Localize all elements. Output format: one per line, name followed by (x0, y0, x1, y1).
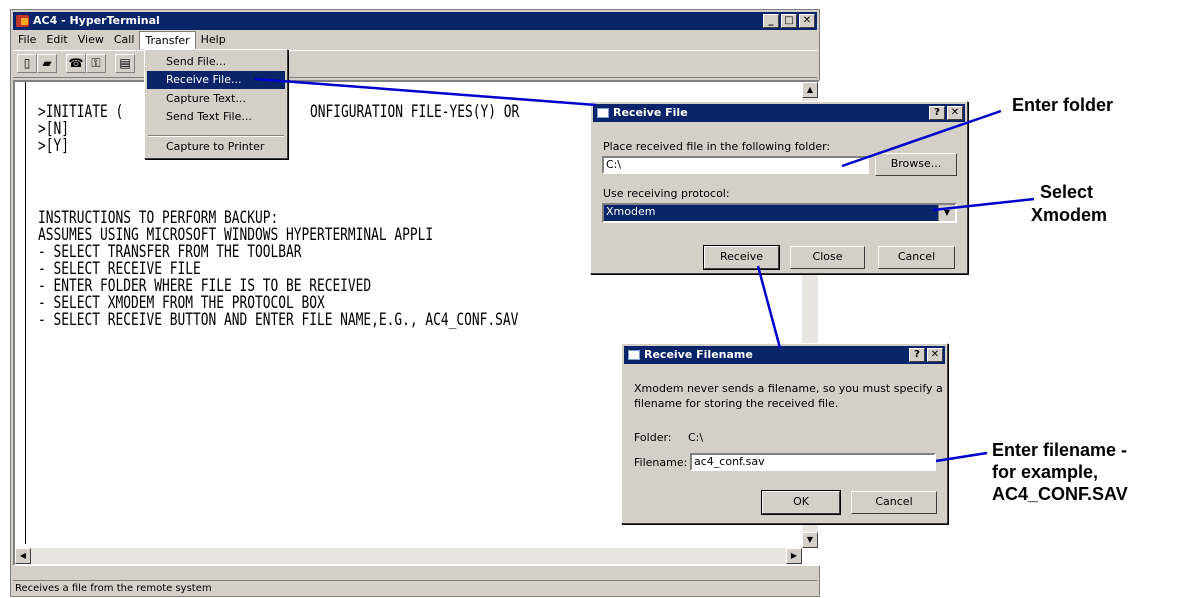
ok-button[interactable]: OK (761, 490, 841, 515)
receive-filename-titlebar[interactable]: Receive Filename ? ✕ (624, 346, 945, 364)
callout-enter-folder: Enter folder (1012, 95, 1114, 115)
transfer-menu-dropdown: Send File... Receive File... Capture Tex… (144, 49, 288, 159)
receive-button[interactable]: Receive (703, 245, 780, 270)
info-message-line: Xmodem never sends a filename, so you mu… (634, 382, 943, 395)
scroll-up-icon[interactable]: ▲ (802, 82, 818, 98)
protocol-selected-value: Xmodem (606, 205, 656, 218)
menu-file[interactable]: File (13, 31, 41, 49)
menu-edit[interactable]: Edit (41, 31, 72, 49)
filename-input[interactable]: ac4_conf.sav (690, 453, 936, 471)
browse-button[interactable]: Browse... (875, 153, 957, 176)
menu-item-send-text-file[interactable]: Send Text File... (147, 108, 285, 126)
close-dialog-button[interactable]: Close (790, 246, 865, 269)
callout-enter-filename-line3: AC4_CONF.SAV (992, 484, 1128, 504)
folder-label: Place received file in the following fol… (603, 140, 831, 153)
menu-item-send-file[interactable]: Send File... (147, 53, 285, 71)
minimize-button[interactable]: _ (763, 14, 779, 28)
menu-item-capture-to-printer[interactable]: Capture to Printer (147, 138, 285, 156)
filename-label: Filename: (634, 456, 688, 469)
scroll-left-icon[interactable]: ◀ (15, 548, 31, 564)
properties-icon[interactable]: ▤ (115, 54, 135, 73)
dialog-close-button[interactable]: ✕ (947, 106, 963, 120)
terminal-line: - SELECT RECEIVE BUTTON AND ENTER FILE N… (38, 310, 519, 329)
callout-enter-filename-line2: for example, (992, 462, 1099, 482)
new-icon[interactable]: ▯ (17, 54, 37, 73)
dialog-close-button[interactable]: ✕ (927, 348, 943, 362)
folder-value: C:\ (688, 431, 704, 444)
menu-item-capture-text[interactable]: Capture Text... (147, 90, 285, 108)
receive-file-dialog: Receive File ? ✕ Place received file in … (590, 101, 968, 274)
disconnect-icon[interactable]: ☎ (66, 54, 86, 73)
open-icon[interactable]: ▰ (37, 54, 57, 73)
folder-label: Folder: (634, 431, 672, 444)
toolbar: ▯ ▰ ☎ ⚿ ▤ (13, 50, 817, 78)
chevron-down-icon[interactable]: ▼ (938, 205, 955, 221)
dial-icon[interactable]: ⚿ (86, 54, 106, 73)
terminal-line-partial: ONFIGURATION FILE-YES(Y) OR (310, 102, 520, 121)
protocol-label: Use receiving protocol: (603, 187, 730, 200)
cancel-button[interactable]: Cancel (851, 491, 937, 514)
info-message-line: filename for storing the received file. (634, 397, 839, 410)
callout-enter-filename-line1: Enter filename - (992, 440, 1128, 460)
receive-filename-title: Receive Filename (644, 348, 753, 361)
receive-filename-dialog: Receive Filename ? ✕ Xmodem never sends … (621, 343, 948, 524)
folder-input[interactable]: C:\ (602, 156, 869, 174)
close-button[interactable]: ✕ (799, 14, 815, 28)
window-titlebar[interactable]: AC4 - HyperTerminal _ □ ✕ (13, 12, 817, 30)
terminal-line: >[Y] (38, 136, 70, 155)
callout-select-xmodem-line1: Select (1040, 182, 1094, 202)
receive-file-title: Receive File (613, 106, 688, 119)
scroll-right-icon[interactable]: ▶ (786, 548, 802, 564)
cancel-button[interactable]: Cancel (878, 246, 955, 269)
menu-item-receive-file[interactable]: Receive File... (147, 71, 285, 89)
dialog-icon (597, 108, 609, 118)
help-button[interactable]: ? (909, 348, 925, 362)
receive-file-titlebar[interactable]: Receive File ? ✕ (593, 104, 965, 122)
hyperterminal-app-icon (16, 15, 29, 27)
menu-view[interactable]: View (73, 31, 109, 49)
menu-transfer[interactable]: Transfer (139, 31, 196, 49)
horizontal-scrollbar[interactable]: ◀ ▶ (15, 548, 802, 564)
dialog-icon (628, 350, 640, 360)
status-bar: Receives a file from the remote system (13, 580, 817, 597)
menu-call[interactable]: Call (109, 31, 140, 49)
scroll-down-icon[interactable]: ▼ (802, 532, 818, 548)
maximize-button[interactable]: □ (781, 14, 797, 28)
window-title: AC4 - HyperTerminal (33, 14, 160, 27)
menu-separator (148, 135, 284, 137)
callout-select-xmodem-line2: Xmodem (1031, 205, 1108, 225)
menu-help[interactable]: Help (196, 31, 231, 49)
menu-bar: File Edit View Call Transfer Help (13, 31, 817, 49)
protocol-select[interactable]: Xmodem ▼ (602, 203, 957, 223)
help-button[interactable]: ? (929, 106, 945, 120)
